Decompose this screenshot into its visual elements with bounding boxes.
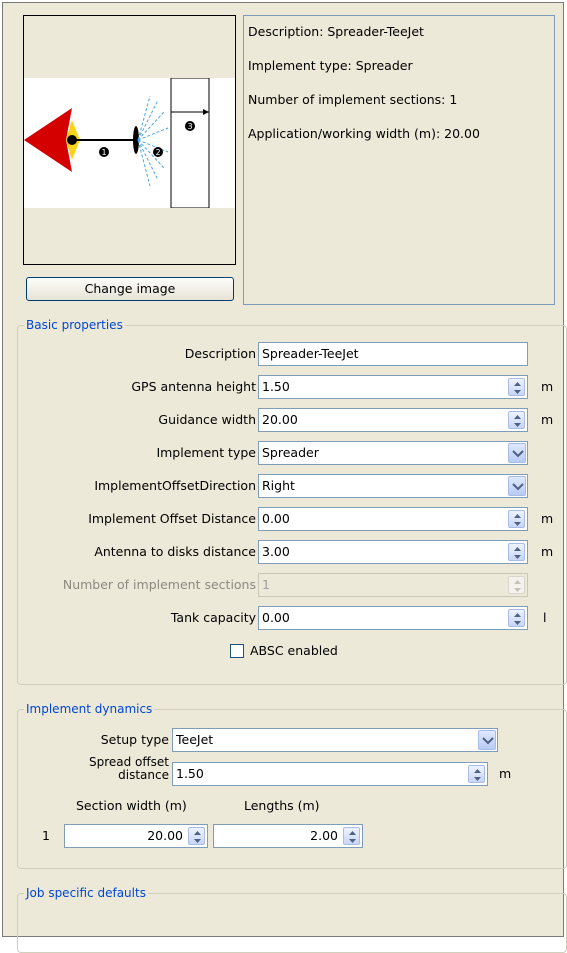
summary-implement-type: Implement type: Spreader <box>248 58 413 73</box>
implement-dynamics-title: Implement dynamics <box>24 702 155 716</box>
setup-type-dropdown[interactable]: TeeJet <box>172 728 498 752</box>
spread-offset-field[interactable]: 1.50 <box>172 762 488 786</box>
antenna-disks-distance-unit: m <box>541 544 554 559</box>
job-defaults-group: Job specific defaults <box>17 886 567 953</box>
tank-capacity-label: Tank capacity <box>170 610 256 625</box>
spread-offset-value: 1.50 <box>176 766 204 781</box>
guidance-width-unit: m <box>541 412 554 427</box>
section-width-header: Section width (m) <box>76 798 187 813</box>
implement-type-label: Implement type <box>156 445 256 460</box>
implement-properties-panel: 1 2 3 Change image Description: Spreader… <box>2 2 567 953</box>
absc-enabled-checkbox[interactable] <box>230 644 244 658</box>
basic-properties-group: Basic properties Description Spreader-Te… <box>17 318 567 685</box>
marker-3-label: 3 <box>187 122 192 131</box>
sections-count-label: Number of implement sections <box>62 577 256 592</box>
setup-type-label: Setup type <box>100 732 169 747</box>
implement-dynamics-group: Implement dynamics Setup type TeeJet Spr… <box>17 702 567 869</box>
spreader-diagram: 1 2 3 <box>24 77 210 209</box>
spin-arrows-icon[interactable] <box>508 543 525 561</box>
marker-1-label: 1 <box>101 148 106 157</box>
section-width-field[interactable]: 20.00 <box>64 824 208 848</box>
offset-distance-value: 0.00 <box>262 511 290 526</box>
gps-antenna-height-unit: m <box>541 379 554 394</box>
implement-preview-image: 1 2 3 <box>23 15 236 265</box>
summary-description: Description: Spreader-TeeJet <box>248 24 424 39</box>
spread-offset-unit: m <box>499 766 512 781</box>
chevron-down-icon[interactable] <box>508 443 526 463</box>
section-row-index: 1 <box>42 828 50 843</box>
job-defaults-title: Job specific defaults <box>24 886 148 900</box>
spin-arrows-icon[interactable] <box>188 827 205 845</box>
tank-capacity-field[interactable]: 0.00 <box>258 606 528 630</box>
lengths-header: Lengths (m) <box>244 798 320 813</box>
description-input[interactable]: Spreader-TeeJet <box>258 342 528 366</box>
offset-direction-label: ImplementOffsetDirection <box>94 478 256 493</box>
marker-2-label: 2 <box>155 148 160 157</box>
gps-antenna-height-field[interactable]: 1.50 <box>258 375 528 399</box>
preview-image-canvas: 1 2 3 <box>24 77 235 209</box>
tank-capacity-unit: l <box>543 610 547 625</box>
tractor-shape <box>24 108 72 172</box>
spin-arrows-icon[interactable] <box>508 609 525 627</box>
offset-direction-value: Right <box>262 478 295 493</box>
tank-capacity-value: 0.00 <box>262 610 290 625</box>
implement-summary-box: Description: Spreader-TeeJet Implement t… <box>243 15 555 305</box>
change-image-button[interactable]: Change image <box>26 277 234 301</box>
implement-type-value: Spreader <box>262 445 319 460</box>
spread-offset-label-line2: distance <box>118 768 169 782</box>
spray-pattern <box>137 95 169 187</box>
guidance-width-label: Guidance width <box>158 412 256 427</box>
setup-type-value: TeeJet <box>176 732 214 747</box>
basic-properties-title: Basic properties <box>24 318 125 332</box>
spin-arrows-icon[interactable] <box>508 510 525 528</box>
spin-arrows-icon[interactable] <box>508 411 525 429</box>
gps-antenna-height-value: 1.50 <box>262 379 290 394</box>
antenna-disks-distance-field[interactable]: 3.00 <box>258 540 528 564</box>
absc-enabled-label: ABSC enabled <box>250 643 338 658</box>
section-length-field[interactable]: 2.00 <box>213 824 363 848</box>
spin-arrows-icon <box>508 576 525 594</box>
swath-rectangle <box>170 77 210 209</box>
offset-direction-dropdown[interactable]: Right <box>258 474 528 498</box>
offset-distance-label: Implement Offset Distance <box>88 511 256 526</box>
summary-width: Application/working width (m): 20.00 <box>248 126 480 141</box>
guidance-width-field[interactable]: 20.00 <box>258 408 528 432</box>
sections-count-value: 1 <box>262 577 270 592</box>
section-width-value: 20.00 <box>147 828 183 843</box>
chevron-down-icon[interactable] <box>508 476 526 496</box>
offset-distance-field[interactable]: 0.00 <box>258 507 528 531</box>
gps-antenna-height-label: GPS antenna height <box>131 379 256 394</box>
description-label: Description <box>184 346 256 361</box>
spread-offset-label: Spread offset distance <box>89 756 169 782</box>
sections-count-field: 1 <box>258 573 528 597</box>
summary-sections: Number of implement sections: 1 <box>248 92 458 107</box>
antenna-disks-distance-label: Antenna to disks distance <box>94 544 256 559</box>
spin-arrows-icon[interactable] <box>508 378 525 396</box>
guidance-width-value: 20.00 <box>262 412 298 427</box>
spin-arrows-icon[interactable] <box>468 765 485 783</box>
implement-type-dropdown[interactable]: Spreader <box>258 441 528 465</box>
spin-arrows-icon[interactable] <box>343 827 360 845</box>
section-length-value: 2.00 <box>310 828 338 843</box>
antenna-disks-distance-value: 3.00 <box>262 544 290 559</box>
chevron-down-icon[interactable] <box>478 730 496 750</box>
offset-distance-unit: m <box>541 511 554 526</box>
